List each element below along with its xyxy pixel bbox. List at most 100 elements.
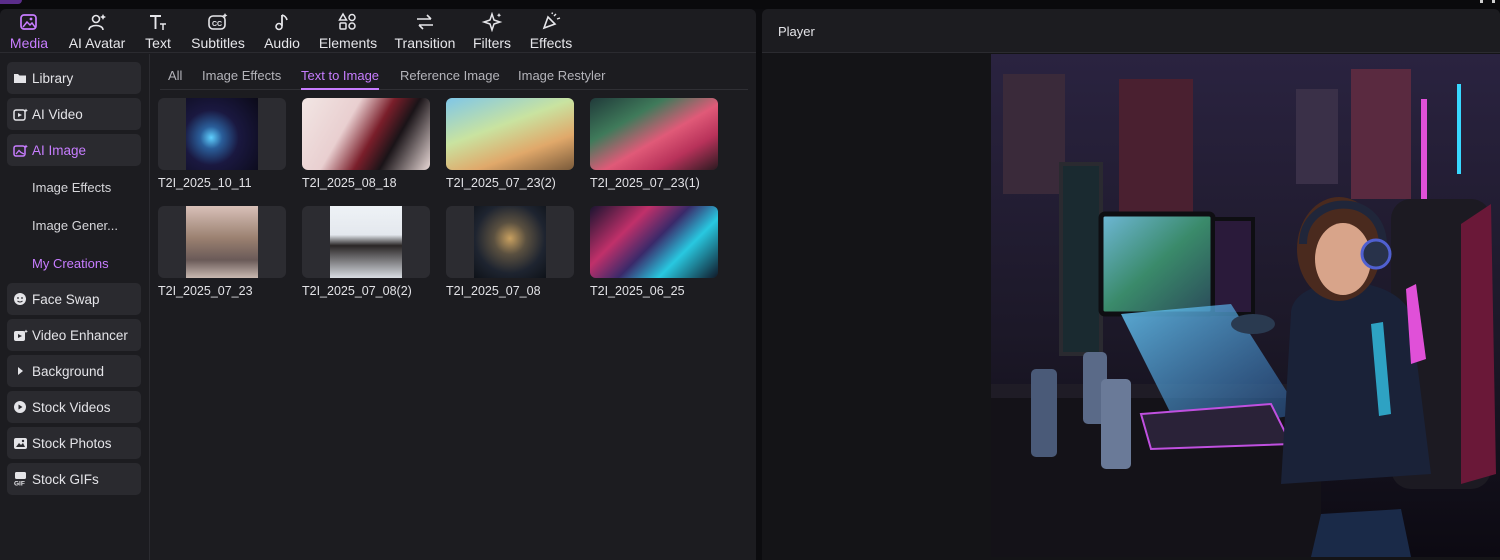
sidebar-subitem-image-effects[interactable]: Image Effects — [32, 180, 111, 195]
tool-media[interactable]: Media — [8, 9, 50, 53]
tab-reference-image[interactable]: Reference Image — [400, 68, 500, 90]
sidebar-item-ai-image[interactable]: AI Image — [7, 134, 141, 166]
window-control-dot[interactable] — [1480, 0, 1483, 3]
thumbnail-image — [590, 206, 718, 278]
thumbnail-image — [302, 98, 430, 170]
thumbnail-card[interactable] — [302, 206, 430, 278]
tab-image-restyler[interactable]: Image Restyler — [518, 68, 605, 90]
sidebar-item-label: Face Swap — [32, 291, 100, 307]
face-swap-icon — [12, 291, 28, 307]
sidebar-item-stock-photos[interactable]: Stock Photos — [7, 427, 141, 459]
tab-bar: All Image Effects Text to Image Referenc… — [160, 68, 748, 90]
tool-subtitles[interactable]: CC Subtitles — [189, 9, 247, 53]
tool-audio-label: Audio — [264, 35, 300, 51]
media-content: All Image Effects Text to Image Referenc… — [151, 54, 756, 560]
gif-icon: GIF — [12, 471, 28, 487]
thumbnail-image — [330, 206, 402, 278]
top-toolbar: Media AI Avatar Text CC Subtitles Audio … — [0, 9, 756, 53]
tool-ai-avatar[interactable]: AI Avatar — [66, 9, 128, 53]
tool-elements[interactable]: Elements — [318, 9, 378, 53]
sidebar-item-stock-videos[interactable]: Stock Videos — [7, 391, 141, 423]
transition-icon — [417, 14, 433, 30]
thumbnail-label: T2I_2025_07_23(1) — [590, 176, 700, 190]
tool-transition-label: Transition — [394, 35, 456, 51]
tool-effects-label: Effects — [529, 35, 573, 51]
svg-text:CC: CC — [212, 21, 222, 28]
sidebar-item-library[interactable]: Library — [7, 62, 141, 94]
media-panel: Media AI Avatar Text CC Subtitles Audio … — [0, 9, 756, 560]
thumbnail-image — [186, 206, 258, 278]
thumbnail-card[interactable] — [446, 98, 574, 170]
sidebar: Library AI Video AI Image Image Effects … — [0, 54, 150, 560]
tool-transition[interactable]: Transition — [393, 9, 457, 53]
sidebar-item-face-swap[interactable]: Face Swap — [7, 283, 141, 315]
player-header: Player — [762, 9, 1500, 53]
thumbnail-card[interactable] — [590, 98, 718, 170]
sidebar-item-background[interactable]: Background — [7, 355, 141, 387]
media-icon — [20, 14, 37, 30]
window-control-dot[interactable] — [1492, 0, 1495, 3]
play-circle-icon — [12, 399, 28, 415]
thumbnail-image — [186, 98, 258, 170]
svg-text:GIF: GIF — [14, 481, 25, 487]
preview-artwork — [991, 54, 1500, 557]
sidebar-item-label: Stock Photos — [32, 435, 112, 451]
thumbnail-card[interactable] — [158, 206, 286, 278]
thumbnail-label: T2I_2025_08_18 — [302, 176, 397, 190]
text-icon — [150, 15, 166, 30]
sidebar-subitem-image-generator[interactable]: Image Gener... — [32, 218, 118, 233]
thumbnail-card[interactable] — [590, 206, 718, 278]
effects-icon — [542, 12, 561, 30]
tool-text-label: Text — [145, 35, 171, 51]
tool-audio[interactable]: Audio — [262, 9, 302, 53]
thumbnail-card[interactable] — [302, 98, 430, 170]
ai-video-icon — [12, 106, 28, 122]
sidebar-item-stock-gifs[interactable]: GIF Stock GIFs — [7, 463, 141, 495]
title-strip — [0, 0, 1500, 9]
tool-media-label: Media — [9, 35, 49, 51]
sidebar-item-label: Background — [32, 363, 105, 379]
tool-elements-label: Elements — [318, 35, 378, 51]
thumbnail-label: T2I_2025_10_11 — [158, 176, 252, 190]
tool-filters-label: Filters — [472, 35, 512, 51]
thumbnail-image — [474, 206, 546, 278]
thumbnail-card[interactable] — [446, 206, 574, 278]
thumbnail-label: T2I_2025_07_23(2) — [446, 176, 556, 190]
tool-filters[interactable]: Filters — [472, 9, 512, 53]
thumbnail-label: T2I_2025_07_08(2) — [302, 284, 412, 298]
ai-avatar-icon — [88, 14, 106, 31]
tab-text-to-image[interactable]: Text to Image — [301, 68, 380, 90]
sidebar-item-label: Video Enhancer — [32, 327, 128, 343]
player-panel: Player — [762, 9, 1500, 560]
filters-icon — [481, 12, 503, 32]
tab-all[interactable]: All — [168, 68, 182, 90]
sidebar-item-label: AI Image — [32, 142, 87, 158]
thumbnail-label: T2I_2025_07_23 — [158, 284, 253, 298]
sidebar-item-label: AI Video — [32, 106, 83, 122]
preview-image[interactable] — [991, 54, 1500, 557]
elements-icon — [338, 12, 356, 30]
folder-icon — [12, 70, 28, 86]
tool-ai-avatar-label: AI Avatar — [68, 35, 126, 51]
thumbnail-image — [446, 98, 574, 170]
app-logo-edge — [0, 0, 22, 4]
ai-image-icon — [12, 142, 28, 158]
sidebar-item-ai-video[interactable]: AI Video — [7, 98, 141, 130]
sidebar-item-label: Stock Videos — [32, 399, 111, 415]
tool-effects[interactable]: Effects — [528, 9, 574, 53]
subtitles-icon: CC — [208, 13, 228, 30]
thumbnail-label: T2I_2025_07_08 — [446, 284, 541, 298]
sidebar-item-label: Library — [32, 70, 74, 86]
caret-right-icon — [12, 363, 28, 379]
sidebar-item-video-enhancer[interactable]: Video Enhancer — [7, 319, 141, 351]
sidebar-item-label: Stock GIFs — [32, 471, 99, 487]
tool-text[interactable]: Text — [141, 9, 175, 53]
thumbnail-image — [590, 98, 718, 170]
thumbnail-card[interactable] — [158, 98, 286, 170]
thumbnail-label: T2I_2025_06_25 — [590, 284, 685, 298]
sidebar-subitem-my-creations[interactable]: My Creations — [32, 256, 109, 271]
player-title: Player — [778, 24, 815, 39]
tab-image-effects[interactable]: Image Effects — [202, 68, 281, 90]
audio-icon — [275, 14, 288, 31]
photo-icon — [12, 435, 28, 451]
